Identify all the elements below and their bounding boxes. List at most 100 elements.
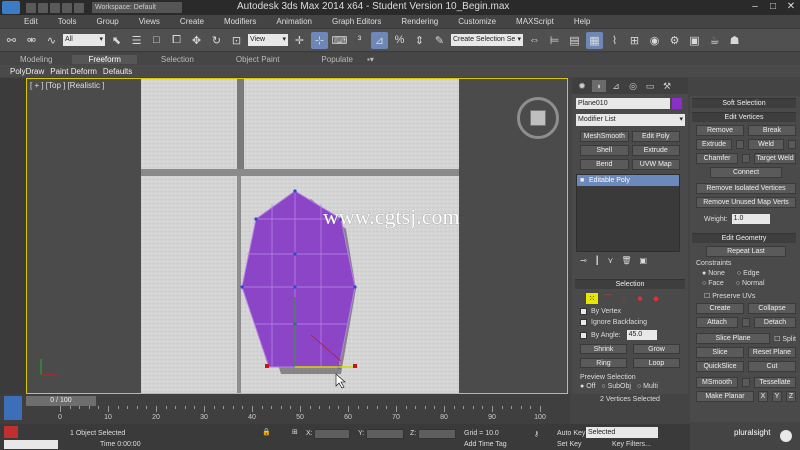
- edit-vertices-header[interactable]: Edit Vertices: [692, 112, 796, 122]
- remove-isolated-vertices-button[interactable]: Remove Isolated Vertices: [696, 183, 796, 194]
- slice-plane-button[interactable]: Slice Plane: [696, 333, 771, 344]
- split-checkbox[interactable]: ☐ Split: [774, 335, 796, 343]
- viewcube-icon[interactable]: [517, 97, 559, 139]
- menu-rendering[interactable]: Rendering: [401, 17, 438, 26]
- align-icon[interactable]: ⊨: [546, 32, 563, 49]
- subtab-polydraw[interactable]: PolyDraw: [10, 67, 44, 76]
- y-coord-field[interactable]: [366, 429, 404, 439]
- connect-button[interactable]: Connect: [710, 167, 782, 178]
- polygon-mode-icon[interactable]: ■: [634, 293, 646, 304]
- modifier-list-dropdown[interactable]: Modifier List: [576, 114, 685, 126]
- bind-space-warp-icon[interactable]: ∿: [43, 32, 60, 49]
- display-tab-icon[interactable]: ▭: [643, 80, 657, 92]
- edge-mode-icon[interactable]: ⌒: [602, 293, 614, 304]
- subtab-paint-deform[interactable]: Paint Deform: [50, 67, 97, 76]
- select-object-icon[interactable]: ⬉: [108, 32, 125, 49]
- undo-icon[interactable]: [62, 2, 72, 13]
- named-selection-dropdown[interactable]: Create Selection Se: [451, 34, 523, 46]
- absolute-mode-icon[interactable]: ⊞: [292, 428, 298, 436]
- set-key-button[interactable]: Set Key: [557, 441, 582, 448]
- shell-button[interactable]: Shell: [580, 145, 629, 156]
- weight-spinner[interactable]: 1.0: [731, 214, 770, 224]
- menu-create[interactable]: Create: [180, 17, 204, 26]
- auto-key-button[interactable]: Auto Key: [557, 430, 585, 437]
- constraint-normal-radio[interactable]: ○ Normal: [736, 280, 765, 287]
- show-end-result-icon[interactable]: ┃: [595, 256, 600, 265]
- constraint-face-radio[interactable]: ○ Face: [702, 280, 724, 287]
- bend-button[interactable]: Bend: [580, 159, 629, 170]
- slice-button[interactable]: Slice: [696, 347, 744, 358]
- menu-group[interactable]: Group: [96, 17, 118, 26]
- preserve-uvs-checkbox[interactable]: ☐ Preserve UVs: [704, 292, 755, 300]
- angle-snap-icon[interactable]: ⊿: [371, 31, 388, 49]
- select-and-scale-icon[interactable]: ⊡: [228, 32, 245, 49]
- soft-selection-header[interactable]: Soft Selection: [692, 98, 796, 108]
- render-production-icon[interactable]: ☕: [706, 32, 723, 49]
- unlink-icon[interactable]: ⚮: [23, 32, 40, 49]
- selection-rollout-header[interactable]: Selection: [575, 279, 685, 289]
- weld-button[interactable]: Weld: [748, 139, 784, 150]
- workspace-dropdown[interactable]: Workspace: Default: [92, 2, 182, 13]
- preview-multi-radio[interactable]: Multi: [637, 383, 658, 390]
- viewcube-face[interactable]: [530, 110, 546, 126]
- tab-object-paint[interactable]: Object Paint: [236, 55, 280, 64]
- edit-geometry-header[interactable]: Edit Geometry: [692, 233, 796, 243]
- border-mode-icon[interactable]: ◌: [618, 293, 630, 304]
- by-vertex-checkbox[interactable]: By Vertex: [580, 308, 688, 315]
- maxscript-mini-listener[interactable]: [4, 440, 58, 449]
- target-weld-button[interactable]: Target Weld: [754, 153, 796, 164]
- tessellate-button[interactable]: Tessellate: [754, 377, 796, 388]
- create-button[interactable]: Create: [696, 303, 744, 314]
- configure-sets-icon[interactable]: ▣: [640, 256, 648, 265]
- close-icon[interactable]: ✕: [784, 1, 798, 13]
- render-iterative-icon[interactable]: ☗: [726, 32, 743, 49]
- element-mode-icon[interactable]: ◆: [650, 293, 662, 304]
- rendered-frame-window-icon[interactable]: ▣: [686, 32, 703, 49]
- attach-button[interactable]: Attach: [696, 317, 738, 328]
- shrink-button[interactable]: Shrink: [580, 344, 627, 354]
- z-coord-field[interactable]: [418, 429, 456, 439]
- render-setup-icon[interactable]: ⚙: [666, 32, 683, 49]
- remove-button[interactable]: Remove: [696, 125, 744, 136]
- snaps-toggle-icon[interactable]: ³: [351, 32, 368, 49]
- selection-filter-dropdown[interactable]: All: [63, 34, 105, 46]
- menu-tools[interactable]: Tools: [58, 17, 77, 26]
- edit-named-selection-icon[interactable]: ✎: [431, 32, 448, 49]
- msmooth-button[interactable]: MSmooth: [696, 377, 738, 388]
- menu-graph-editors[interactable]: Graph Editors: [332, 17, 381, 26]
- make-unique-icon[interactable]: ⋎: [608, 256, 614, 265]
- meshsmooth-button[interactable]: MeshSmooth: [580, 131, 629, 142]
- constraint-none-radio[interactable]: ● None: [702, 270, 725, 277]
- menu-views[interactable]: Views: [139, 17, 160, 26]
- mini-curve-editor-icon[interactable]: [4, 396, 22, 420]
- menu-maxscript[interactable]: MAXScript: [516, 17, 554, 26]
- viewport-label[interactable]: [ + ] [Top ] [Realistic ]: [30, 81, 104, 90]
- lock-selection-icon[interactable]: 🔒: [262, 428, 271, 436]
- subtab-defaults[interactable]: Defaults: [103, 67, 132, 76]
- collapse-button[interactable]: Collapse: [748, 303, 796, 314]
- x-coord-field[interactable]: [314, 429, 350, 439]
- add-time-tag-button[interactable]: Add Time Tag: [464, 441, 507, 448]
- select-by-name-icon[interactable]: ☰: [128, 32, 145, 49]
- keyboard-shortcut-override-icon[interactable]: ⌨: [331, 32, 348, 49]
- minimize-icon[interactable]: –: [748, 1, 762, 13]
- by-angle-spinner[interactable]: 45.0: [626, 330, 657, 340]
- motion-tab-icon[interactable]: ◎: [626, 80, 640, 92]
- menu-animation[interactable]: Animation: [276, 17, 312, 26]
- chamfer-button[interactable]: Chamfer: [696, 153, 738, 164]
- make-planar-button[interactable]: Make Planar: [696, 391, 754, 402]
- viewport-top[interactable]: [ + ] [Top ] [Realistic ] www.cgtsj.com: [26, 78, 568, 394]
- tab-modeling[interactable]: Modeling: [20, 55, 52, 64]
- grow-button[interactable]: Grow: [633, 344, 680, 354]
- stack-entry-editable-poly[interactable]: Editable Poly: [577, 175, 679, 186]
- tab-selection[interactable]: Selection: [161, 55, 194, 64]
- timeline-ruler[interactable]: 0 10 20 30 40 50 60 70 80 90 100: [58, 406, 550, 424]
- save-file-icon[interactable]: [50, 2, 60, 13]
- extrude-button[interactable]: Extrude: [696, 139, 732, 150]
- utilities-tab-icon[interactable]: ⚒: [660, 80, 674, 92]
- graphite-toolbar-icon[interactable]: ▦: [586, 31, 603, 49]
- mirror-icon[interactable]: ⇔: [526, 32, 543, 49]
- tab-freeform[interactable]: Freeform: [72, 54, 137, 64]
- spinner-snap-icon[interactable]: ⇕: [411, 32, 428, 49]
- pin-stack-icon[interactable]: ⊸: [580, 256, 587, 265]
